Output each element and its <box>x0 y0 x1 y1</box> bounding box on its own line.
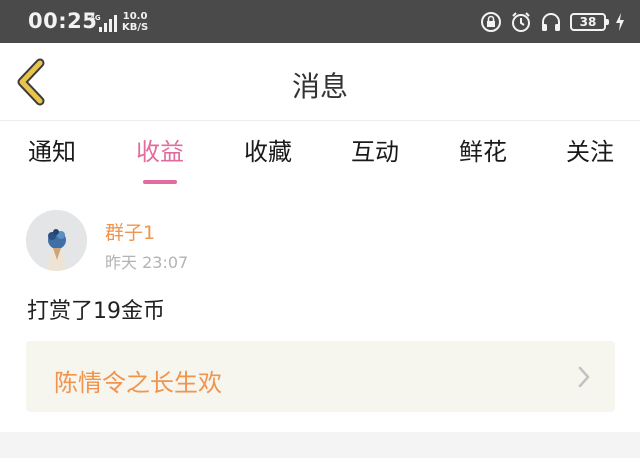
tab-notifications[interactable]: 通知 <box>26 132 78 176</box>
tab-interactions[interactable]: 互动 <box>349 132 401 176</box>
status-bar: 00:25 4G 10.0 KB/S 38 <box>0 0 640 43</box>
avatar[interactable] <box>26 210 87 271</box>
page-title: 消息 <box>291 70 348 103</box>
tab-bar: 通知 收益 收藏 互动 鲜花 关注 <box>0 122 640 184</box>
page-header: 消息 <box>0 43 640 121</box>
status-icons: 38 <box>480 10 626 34</box>
active-tab-indicator <box>143 180 177 184</box>
linked-work-card[interactable]: 陈情令之长生欢 <box>26 341 615 412</box>
tab-following[interactable]: 关注 <box>564 132 616 176</box>
sender-name[interactable]: 群子1 <box>105 218 155 245</box>
network-speed-value: 10.0 <box>122 11 148 22</box>
linked-work-title: 陈情令之长生欢 <box>54 369 222 397</box>
network-speed: 10.0 KB/S <box>122 11 148 33</box>
headphones-icon <box>542 13 560 31</box>
message-text: 打赏了19金币 <box>27 299 165 324</box>
tab-label: 关注 <box>566 138 614 166</box>
signal-icon: 4G <box>90 14 117 32</box>
tab-label: 通知 <box>28 138 76 166</box>
alarm-icon <box>512 12 530 32</box>
avatar-image <box>26 210 87 271</box>
battery-icon: 38 <box>570 13 609 31</box>
tab-label: 互动 <box>351 138 399 166</box>
tab-favorites[interactable]: 收藏 <box>242 132 294 176</box>
network-speed-unit: KB/S <box>122 22 149 33</box>
tab-label: 鲜花 <box>459 138 507 166</box>
battery-level: 38 <box>579 15 597 29</box>
tab-label: 收益 <box>136 138 184 166</box>
message-time: 昨天 23:07 <box>105 253 189 272</box>
chevron-right-icon <box>578 366 590 388</box>
network-type-label: 4G <box>90 14 101 22</box>
tab-earnings[interactable]: 收益 <box>134 132 186 184</box>
tab-flowers[interactable]: 鲜花 <box>457 132 509 176</box>
list-separator <box>0 432 640 458</box>
tab-label: 收藏 <box>244 138 292 166</box>
charging-icon <box>616 13 624 31</box>
lock-icon <box>481 12 501 32</box>
